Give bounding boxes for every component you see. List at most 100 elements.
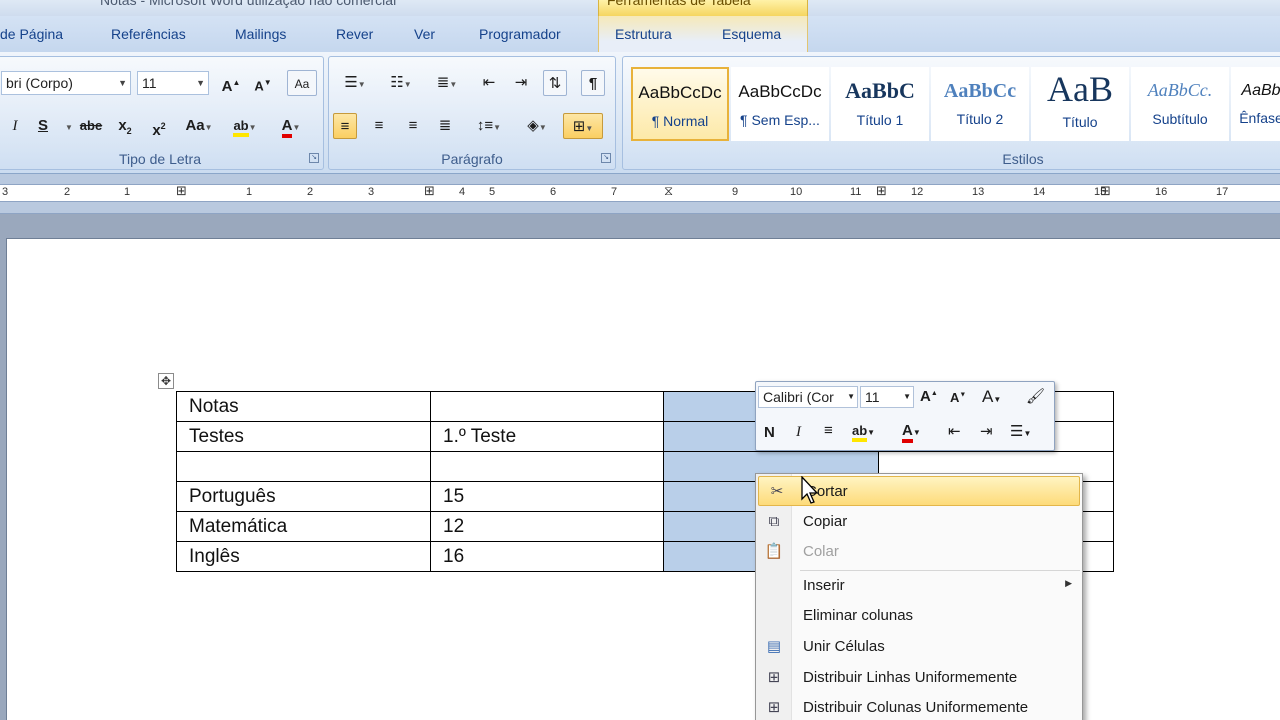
font-name-combo[interactable]: bri (Corpo) ▼ bbox=[1, 71, 131, 95]
menu-item-label: Inserir bbox=[803, 577, 845, 594]
distribute-columns-icon: ⊞ bbox=[767, 699, 781, 716]
sort-icon[interactable]: ⇅ bbox=[543, 70, 567, 96]
menu-item-distribute-columns[interactable]: ⊞ Distribuir Colunas Uniformemente bbox=[756, 693, 1082, 720]
mini-font-size-combo[interactable]: 11 ▼ bbox=[860, 386, 914, 408]
ruler-number: 10 bbox=[790, 186, 803, 198]
style-no-spacing[interactable]: AaBbCcDc ¶ Sem Esp... bbox=[731, 67, 829, 141]
indent-marker-icon[interactable]: ⧖ bbox=[664, 183, 673, 199]
ribbon-tab-row: de Página Referências Mailings Rever Ver… bbox=[0, 16, 1280, 52]
table-cell[interactable]: Matemática bbox=[176, 511, 431, 542]
styles-icon[interactable]: A▼ bbox=[982, 387, 1001, 407]
column-marker-icon[interactable]: ⊞ bbox=[876, 183, 887, 199]
style-name: Título 1 bbox=[856, 112, 904, 128]
tab-mailings[interactable]: Mailings bbox=[235, 26, 286, 42]
center-align-icon[interactable]: ≡ bbox=[824, 422, 833, 439]
style-sample: AaBbCc bbox=[943, 80, 1017, 102]
show-formatting-icon[interactable]: ¶ bbox=[581, 70, 605, 96]
tab-developer[interactable]: Programador bbox=[479, 26, 561, 42]
subscript-icon[interactable]: x2 bbox=[113, 113, 137, 139]
table-cell[interactable] bbox=[176, 451, 431, 482]
style-normal[interactable]: AaBbCcDc ¶ Normal bbox=[631, 67, 729, 141]
paragraph-dialog-launcher-icon[interactable]: ↘ bbox=[601, 153, 611, 163]
style-subtitle[interactable]: AaBbCc. Subtítulo bbox=[1131, 67, 1229, 141]
menu-item-label: Distribuir Colunas Uniformemente bbox=[803, 699, 1029, 716]
ruler-number: 5 bbox=[489, 186, 496, 198]
increase-indent-icon[interactable]: ⇥ bbox=[980, 422, 993, 440]
shrink-font-icon[interactable]: A▼ bbox=[950, 390, 966, 405]
font-color-icon[interactable]: A▼ bbox=[271, 113, 311, 139]
italic-button[interactable]: I bbox=[796, 424, 801, 441]
grow-font-icon[interactable]: A▲ bbox=[219, 70, 243, 96]
highlight-icon[interactable]: ab▼ bbox=[852, 422, 875, 442]
shrink-font-icon[interactable]: A▼ bbox=[251, 70, 275, 96]
borders-icon[interactable]: ⊞▼ bbox=[563, 113, 603, 139]
style-title[interactable]: AaB Título bbox=[1031, 67, 1129, 141]
mini-font-name-combo[interactable]: Calibri (Cor ▼ bbox=[758, 386, 858, 408]
tab-references[interactable]: Referências bbox=[111, 26, 186, 42]
change-case-icon[interactable]: Aa▼ bbox=[179, 113, 219, 139]
table-move-handle-icon[interactable]: ✥ bbox=[158, 373, 174, 389]
menu-item-copy[interactable]: ⧉ Copiar bbox=[756, 507, 1082, 537]
italic-icon[interactable]: I bbox=[3, 113, 27, 139]
table-cell[interactable] bbox=[430, 451, 664, 482]
mini-toolbar: Calibri (Cor ▼ 11 ▼ A▲ A▼ A▼ 🖌 N I ≡ ab▼… bbox=[755, 381, 1055, 451]
font-size-combo[interactable]: 11 ▼ bbox=[137, 71, 209, 95]
table-cell[interactable]: Testes bbox=[176, 421, 431, 452]
increase-indent-icon[interactable]: ⇥ bbox=[509, 70, 533, 96]
shading-icon[interactable]: ◈▼ bbox=[517, 113, 557, 139]
table-cell[interactable] bbox=[430, 391, 664, 422]
style-sample: AaBb bbox=[1241, 82, 1280, 99]
table-cell[interactable]: 12 bbox=[430, 511, 664, 542]
tab-design[interactable]: Estrutura bbox=[615, 26, 672, 42]
align-right-icon[interactable]: ≡ bbox=[401, 113, 425, 139]
ruler-number: 2 bbox=[64, 186, 71, 198]
column-marker-icon[interactable]: ⊞ bbox=[176, 183, 187, 199]
column-marker-icon[interactable]: ⊞ bbox=[1100, 183, 1111, 199]
font-dialog-launcher-icon[interactable]: ↘ bbox=[309, 153, 319, 163]
menu-item-paste[interactable]: 📋 Colar bbox=[756, 537, 1082, 567]
decrease-indent-icon[interactable]: ⇤ bbox=[948, 422, 961, 440]
multilevel-list-icon[interactable]: ≣▼ bbox=[427, 70, 467, 96]
table-cell[interactable]: Português bbox=[176, 481, 431, 512]
strikethrough-icon[interactable]: abe bbox=[79, 113, 103, 139]
tab-view[interactable]: Ver bbox=[414, 26, 435, 42]
tab-layout[interactable]: Esquema bbox=[722, 26, 781, 42]
numbering-icon[interactable]: ☷▼ bbox=[381, 70, 421, 96]
horizontal-ruler[interactable]: 3 2 1 1 2 3 4 5 6 7 9 10 11 12 13 14 15 … bbox=[0, 174, 1280, 214]
style-heading-1[interactable]: AaBbC Título 1 bbox=[831, 67, 929, 141]
underline-icon[interactable]: S bbox=[31, 113, 55, 139]
tab-review[interactable]: Rever bbox=[336, 26, 373, 42]
ruler-number: 16 bbox=[1155, 186, 1168, 198]
bullets-icon[interactable]: ☰▼ bbox=[335, 70, 375, 96]
tab-page-layout[interactable]: de Página bbox=[0, 26, 63, 42]
ruler-number: 11 bbox=[850, 186, 862, 198]
style-emphasis[interactable]: AaBb Ênfase bbox=[1231, 67, 1280, 141]
clear-formatting-icon[interactable]: Aa bbox=[287, 70, 317, 96]
align-center-icon[interactable]: ≡ bbox=[367, 113, 391, 139]
decrease-indent-icon[interactable]: ⇤ bbox=[477, 70, 501, 96]
superscript-icon[interactable]: x2 bbox=[147, 113, 171, 139]
table-cell[interactable]: Inglês bbox=[176, 541, 431, 572]
align-left-icon[interactable]: ≡ bbox=[333, 113, 357, 139]
menu-item-delete-columns[interactable]: Eliminar colunas bbox=[756, 601, 1082, 631]
table-cell[interactable]: 1.º Teste bbox=[430, 421, 664, 452]
menu-item-merge-cells[interactable]: ▤ Unir Células bbox=[756, 632, 1082, 662]
bullets-icon[interactable]: ☰▼ bbox=[1010, 422, 1031, 440]
highlight-icon[interactable]: ab▼ bbox=[225, 113, 265, 139]
table-cell[interactable]: 15 bbox=[430, 481, 664, 512]
font-color-icon[interactable]: A▼ bbox=[902, 422, 921, 443]
table-cell[interactable]: Notas bbox=[176, 391, 431, 422]
menu-item-distribute-rows[interactable]: ⊞ Distribuir Linhas Uniformemente bbox=[756, 663, 1082, 693]
bold-button[interactable]: N bbox=[764, 424, 775, 441]
mouse-cursor-icon bbox=[801, 476, 819, 504]
column-marker-icon[interactable]: ⊞ bbox=[424, 183, 435, 199]
line-spacing-icon[interactable]: ↕≡▼ bbox=[469, 113, 509, 139]
format-painter-icon[interactable]: 🖌 bbox=[1026, 387, 1045, 405]
table-cell[interactable]: 16 bbox=[430, 541, 664, 572]
grow-font-icon[interactable]: A▲ bbox=[920, 388, 938, 405]
justify-icon[interactable]: ≣ bbox=[433, 113, 457, 139]
window-title: Notas - Microsoft Word utilização não co… bbox=[100, 0, 397, 8]
menu-item-insert[interactable]: Inserir ▶ bbox=[756, 571, 1082, 601]
style-heading-2[interactable]: AaBbCc Título 2 bbox=[931, 67, 1029, 141]
chevron-down-icon[interactable]: ▼ bbox=[57, 113, 81, 139]
